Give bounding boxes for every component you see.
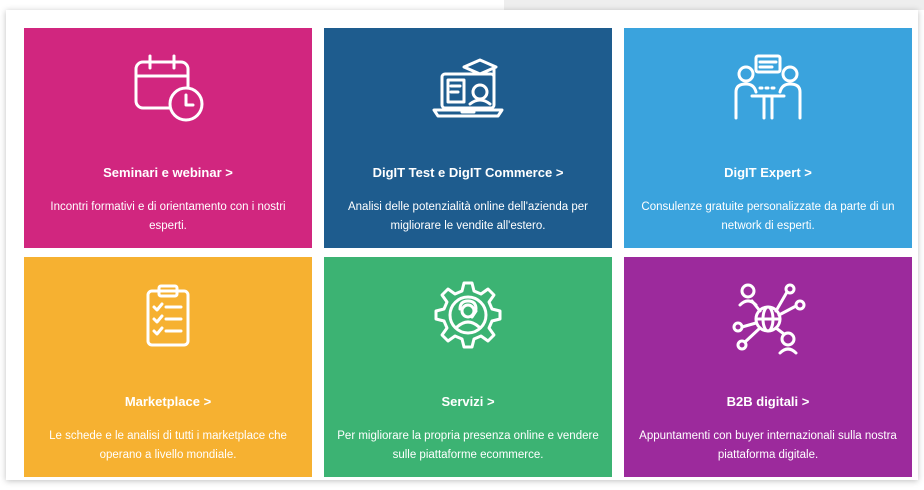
global-network-icon — [728, 277, 808, 357]
tile-description: Incontri formativi e di orientamento con… — [50, 201, 286, 232]
services-grid: Seminari e webinar > Incontri formativi … — [24, 28, 912, 477]
tile-title[interactable]: Seminari e webinar > — [24, 165, 312, 180]
tile-description: Appuntamenti con buyer internazionali su… — [639, 430, 897, 461]
tile-description: Le schede e le analisi di tutti i market… — [49, 430, 287, 461]
tile-title[interactable]: Marketplace > — [24, 394, 312, 409]
services-panel: Seminari e webinar > Incontri formativi … — [6, 10, 918, 480]
tile-title[interactable]: Servizi > — [324, 394, 612, 409]
meeting-table-icon — [728, 48, 808, 128]
tile-description: Per migliorare la propria presenza onlin… — [337, 430, 599, 461]
page-frame: Seminari e webinar > Incontri formativi … — [0, 0, 924, 490]
top-bar — [0, 0, 924, 10]
tile-title[interactable]: DigIT Expert > — [624, 165, 912, 180]
tile-title[interactable]: B2B digitali > — [624, 394, 912, 409]
laptop-graduation-icon — [428, 48, 508, 128]
clipboard-checklist-icon — [128, 277, 208, 357]
tile-marketplace[interactable]: Marketplace > Le schede e le analisi di … — [24, 257, 312, 477]
tile-b2b-digitali[interactable]: B2B digitali > Appuntamenti con buyer in… — [624, 257, 912, 477]
tile-digit-test-commerce[interactable]: DigIT Test e DigIT Commerce > Analisi de… — [324, 28, 612, 248]
calendar-clock-icon — [128, 48, 208, 128]
tile-description: Consulenze gratuite personalizzate da pa… — [641, 201, 895, 232]
gear-operator-icon — [428, 277, 508, 357]
tile-digit-expert[interactable]: DigIT Expert > Consulenze gratuite perso… — [624, 28, 912, 248]
top-bar-accent — [504, 0, 924, 10]
tile-servizi[interactable]: Servizi > Per migliorare la propria pres… — [324, 257, 612, 477]
tile-seminari-webinar[interactable]: Seminari e webinar > Incontri formativi … — [24, 28, 312, 248]
tile-description: Analisi delle potenzialità online dell'a… — [347, 201, 589, 232]
tile-title[interactable]: DigIT Test e DigIT Commerce > — [324, 165, 612, 180]
